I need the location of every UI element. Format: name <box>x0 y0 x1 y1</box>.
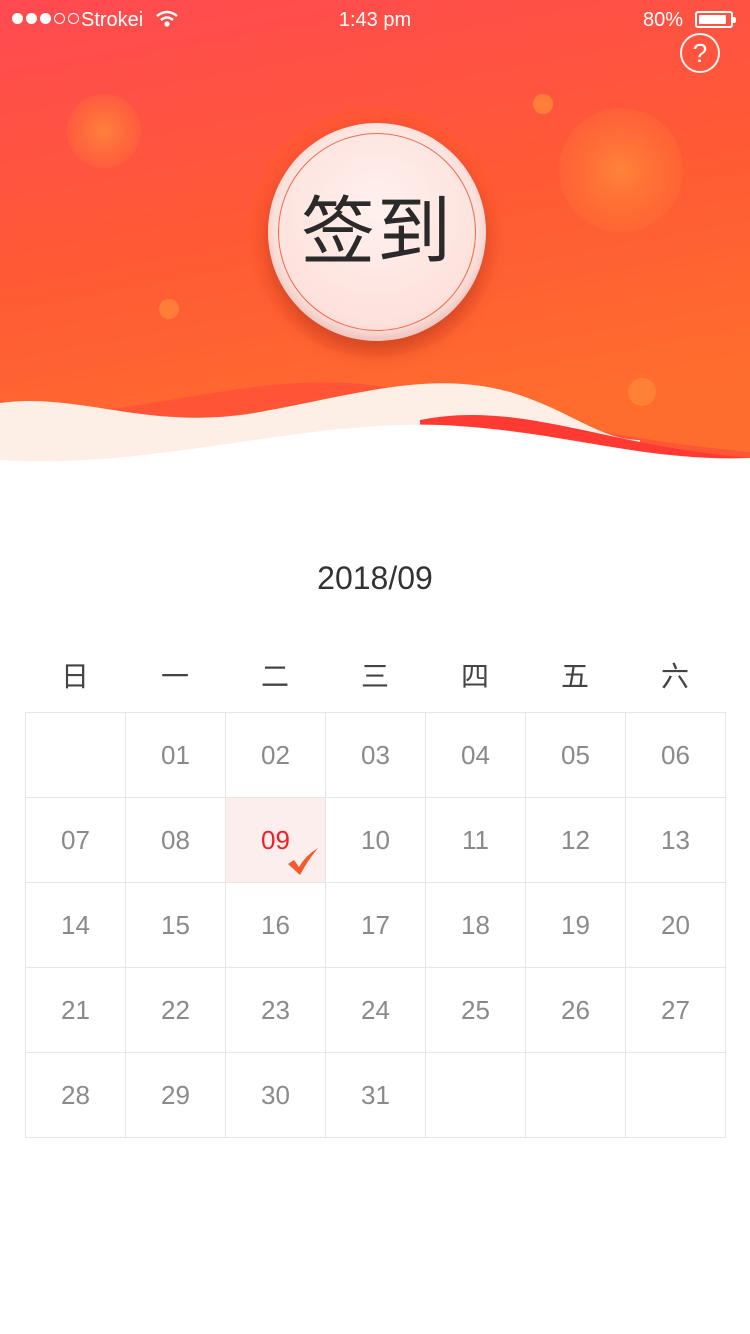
calendar-day[interactable]: 14 <box>26 883 126 968</box>
calendar-day[interactable]: 08 <box>126 798 226 883</box>
calendar-day[interactable]: 19 <box>526 883 626 968</box>
calendar-day[interactable]: 05 <box>526 713 626 798</box>
calendar-month: 2018/09 <box>317 560 433 596</box>
calendar-day[interactable]: 28 <box>26 1053 126 1138</box>
calendar-day[interactable]: 13 <box>626 798 726 883</box>
calendar-day-empty <box>626 1053 726 1138</box>
calendar-day[interactable]: 20 <box>626 883 726 968</box>
status-bar: Strokei 1:43 pm 80% <box>0 0 750 40</box>
calendar-day[interactable]: 12 <box>526 798 626 883</box>
battery-percentage: 80% <box>643 9 684 31</box>
calendar-day-empty <box>426 1053 526 1138</box>
calendar-day[interactable]: 17 <box>326 883 426 968</box>
calendar-day[interactable]: 22 <box>126 968 226 1053</box>
calendar-day[interactable]: 27 <box>626 968 726 1053</box>
calendar-day[interactable]: 23 <box>226 968 326 1053</box>
calendar-grid: 01 02 03 04 05 06 07 08 09 10 11 12 13 1… <box>25 712 726 1138</box>
calendar-day-signed[interactable]: 09 <box>226 798 326 883</box>
calendar-day[interactable]: 26 <box>526 968 626 1053</box>
checkmark-icon <box>288 848 318 875</box>
weekday-header: 日 一 二 三 四 五 六 <box>25 655 725 695</box>
battery-icon <box>695 11 736 28</box>
calendar-day[interactable]: 15 <box>126 883 226 968</box>
calendar-day[interactable]: 03 <box>326 713 426 798</box>
calendar-day[interactable]: 11 <box>426 798 526 883</box>
status-time: 1:43 pm <box>338 9 412 31</box>
calendar-day[interactable]: 21 <box>26 968 126 1053</box>
sign-in-label: 签到 <box>301 189 453 275</box>
question-circle-icon: ? <box>692 38 708 68</box>
calendar-day[interactable]: 30 <box>226 1053 326 1138</box>
calendar-day[interactable]: 29 <box>126 1053 226 1138</box>
weekday-label: 六 <box>660 660 689 693</box>
calendar-day-empty <box>526 1053 626 1138</box>
calendar-day[interactable]: 24 <box>326 968 426 1053</box>
calendar-day-empty <box>26 713 126 798</box>
weekday-label: 二 <box>260 660 289 693</box>
weekday-label: 三 <box>360 660 389 693</box>
calendar-day[interactable]: 31 <box>326 1053 426 1138</box>
calendar-day[interactable]: 18 <box>426 883 526 968</box>
calendar-week: 07 08 09 10 11 12 13 <box>26 798 726 883</box>
sign-in-button[interactable]: 签到 <box>268 123 486 341</box>
weekday-label: 一 <box>160 660 189 693</box>
header-banner: Strokei 1:43 pm 80% ? 签到 <box>0 0 750 470</box>
calendar-day[interactable]: 25 <box>426 968 526 1053</box>
calendar-week: 14 15 16 17 18 19 20 <box>26 883 726 968</box>
calendar-week: 21 22 23 24 25 26 27 <box>26 968 726 1053</box>
calendar-week: 01 02 03 04 05 06 <box>26 713 726 798</box>
calendar-day[interactable]: 16 <box>226 883 326 968</box>
calendar-week: 28 29 30 31 <box>26 1053 726 1138</box>
weekday-label: 日 <box>60 660 89 693</box>
weekday-label: 四 <box>460 660 489 693</box>
calendar-day[interactable]: 07 <box>26 798 126 883</box>
help-button[interactable]: ? <box>680 33 720 73</box>
weekday-label: 五 <box>560 660 589 693</box>
calendar-day[interactable]: 06 <box>626 713 726 798</box>
calendar-day[interactable]: 10 <box>326 798 426 883</box>
calendar-day[interactable]: 01 <box>126 713 226 798</box>
calendar-day[interactable]: 02 <box>226 713 326 798</box>
calendar-day[interactable]: 04 <box>426 713 526 798</box>
